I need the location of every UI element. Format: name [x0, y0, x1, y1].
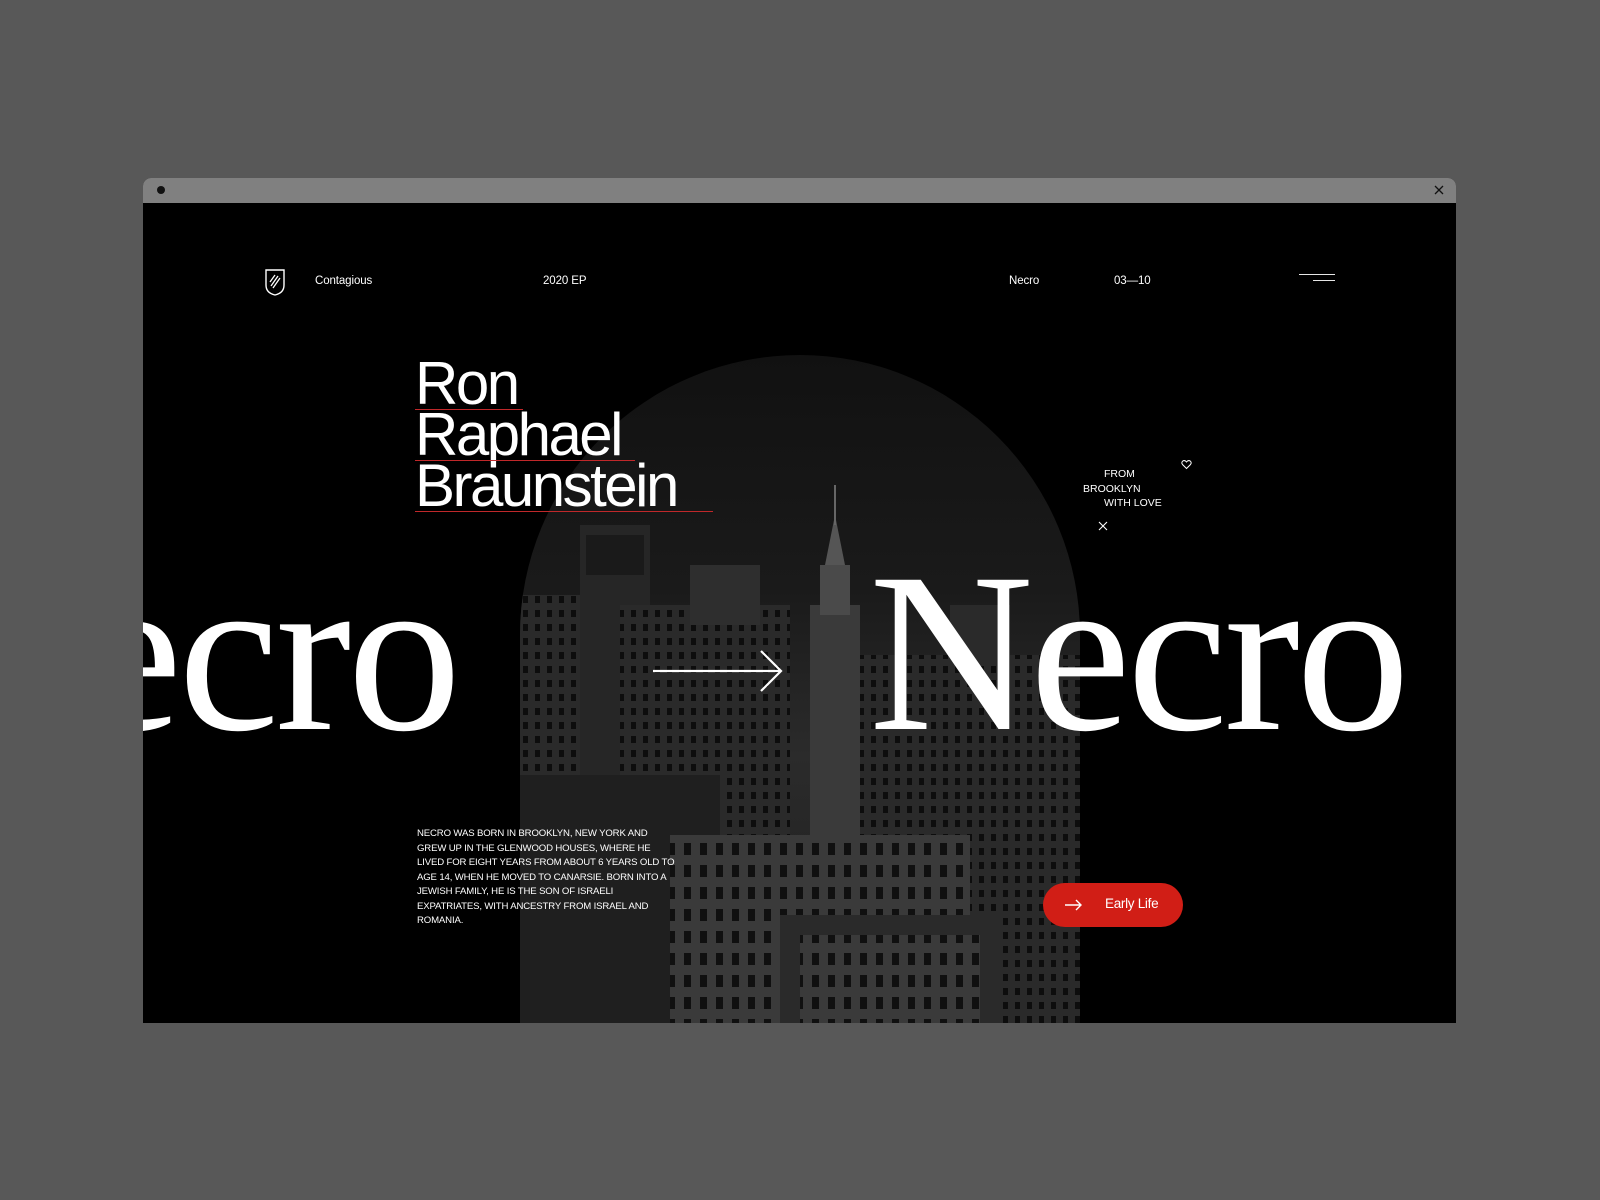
name-underline [415, 460, 635, 461]
hamburger-menu-icon[interactable] [1299, 274, 1335, 286]
shield-logo-icon[interactable] [264, 268, 286, 296]
artist-full-name: Ron Raphael Braunstein [415, 354, 713, 519]
window-dot-icon[interactable] [157, 186, 165, 194]
nav-release[interactable]: 2020 EP [543, 275, 587, 287]
hero-page: Contagious 2020 EP Necro 03—10 Ron Rapha… [143, 203, 1456, 1023]
early-life-label: Early Life [1105, 896, 1159, 911]
window-close-icon[interactable] [1432, 183, 1446, 197]
name-underline [415, 409, 523, 410]
arrow-right-icon [1065, 899, 1082, 911]
name-underline [415, 511, 713, 512]
name-line-last: Braunstein [415, 452, 679, 519]
window-titlebar [143, 178, 1456, 203]
browser-window: Contagious 2020 EP Necro 03—10 Ron Rapha… [143, 178, 1456, 1023]
arrow-right-icon [653, 650, 783, 692]
heart-icon[interactable] [1181, 459, 1192, 470]
early-life-button[interactable]: Early Life [1043, 883, 1183, 927]
tagline: FROM BROOKLYN WITH LOVE [1083, 467, 1162, 511]
tagline-line: FROM [1104, 468, 1135, 480]
nav-brand[interactable]: Contagious [315, 275, 372, 287]
bio-text: NECRO WAS BORN IN BROOKLYN, NEW YORK AND… [417, 828, 675, 926]
tagline-line: BROOKLYN [1083, 482, 1141, 495]
nav-pager: 03—10 [1114, 275, 1151, 287]
big-word-right: Necro [869, 527, 1410, 779]
big-word-left: ecro [143, 527, 461, 779]
close-icon[interactable] [1098, 521, 1108, 531]
tagline-line: WITH LOVE [1104, 497, 1162, 509]
nav-artist[interactable]: Necro [1009, 275, 1039, 287]
